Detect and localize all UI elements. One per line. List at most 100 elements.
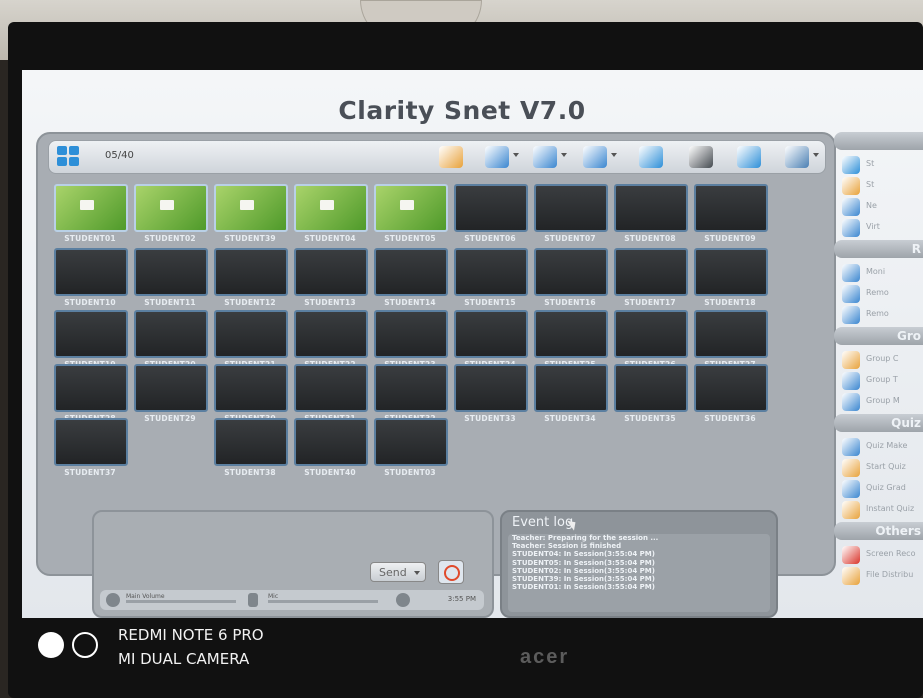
student-thumbnail[interactable] [294,364,368,412]
speaker-icon[interactable] [106,593,120,607]
student-thumbnail[interactable] [134,248,208,296]
student-thumbnail[interactable] [614,310,688,358]
sidebar: St St Ne Virt R Moni Remo Remo Gro Group C Group T… [834,132,923,612]
student-thumbnail[interactable] [454,248,528,296]
student-thumbnail[interactable] [374,248,448,296]
student-thumbnail[interactable] [214,184,288,232]
student-thumbnail[interactable] [54,310,128,358]
student-thumbnail[interactable] [454,364,528,412]
chevron-down-icon[interactable] [813,153,819,157]
student-thumbnail[interactable] [214,310,288,358]
student-thumbnail[interactable] [534,310,608,358]
sidebar-item[interactable]: Group C [834,349,923,371]
sidebar-item[interactable]: Remo [834,283,923,305]
student-thumbnail[interactable] [294,248,368,296]
student-thumbnail[interactable] [614,364,688,412]
sidebar-section-header[interactable]: Gro [834,327,923,345]
student-thumbnail[interactable] [454,310,528,358]
student-thumbnail[interactable] [214,418,288,466]
sidebar-item[interactable]: Quiz Grad [834,478,923,500]
student-thumbnail[interactable] [214,248,288,296]
stop-send-icon[interactable] [438,560,464,584]
student-thumbnail[interactable] [374,310,448,358]
sidebar-section-header[interactable]: R [834,240,923,258]
student-thumbnail[interactable] [294,184,368,232]
sidebar-item[interactable]: File Distribu [834,565,923,587]
student-thumbnail[interactable] [294,310,368,358]
toolbar: 05/40 [48,140,826,174]
layout-menu-icon[interactable] [785,146,809,168]
student-label: STUDENT12 [224,298,276,307]
sidebar-item[interactable]: St [834,175,923,197]
sidebar-item-label: Start Quiz [866,462,906,471]
sidebar-item[interactable]: Virt [834,217,923,239]
sidebar-item[interactable]: Group T [834,370,923,392]
student-thumbnail[interactable] [134,184,208,232]
student-thumbnail[interactable] [54,418,128,466]
student-thumbnail[interactable] [694,364,768,412]
attendance-icon[interactable] [639,146,663,168]
student-thumbnail[interactable] [534,248,608,296]
student-thumbnail[interactable] [694,184,768,232]
student-label: STUDENT02 [144,234,196,243]
student-thumbnail[interactable] [534,184,608,232]
student-thumbnail[interactable] [214,364,288,412]
sidebar-item[interactable]: Remo [834,304,923,326]
sidebar-item[interactable]: St [834,154,923,176]
sidebar-item-label: File Distribu [866,570,914,579]
sidebar-item-label: Group C [866,354,899,363]
mic-volume-slider[interactable] [268,600,378,603]
student-thumbnail[interactable] [54,184,128,232]
student-label: STUDENT06 [464,234,516,243]
sidebar-section-header[interactable] [834,132,923,150]
chevron-down-icon[interactable] [513,153,519,157]
student-thumbnail[interactable] [694,310,768,358]
monitor-blue-icon[interactable] [737,146,761,168]
sidebar-item[interactable]: Start Quiz [834,457,923,479]
web-block-icon[interactable] [583,146,607,168]
student-label: STUDENT03 [384,468,436,477]
file-send-icon[interactable] [533,146,557,168]
student-thumbnail[interactable] [694,248,768,296]
app-window: Clarity Snet V7.0 05/40 STUDENT01 STUDENT… [22,70,923,618]
sidebar-item[interactable]: Group M [834,391,923,413]
student-thumbnail[interactable] [134,364,208,412]
sidebar-item-label: Quiz Grad [866,483,906,492]
thumbnail-view-icon[interactable] [57,146,79,166]
network-icon [842,198,860,216]
student-thumbnail[interactable] [374,364,448,412]
sidebar-section-header[interactable]: Others [834,522,923,540]
online-count: 05/40 [105,150,134,161]
sidebar-item-label: Instant Quiz [866,504,915,513]
student-thumbnail[interactable] [374,418,448,466]
blank-screen-icon[interactable] [439,146,463,168]
sidebar-section-header[interactable]: Quiz [834,414,923,432]
chevron-down-icon[interactable] [561,153,567,157]
sidebar-item[interactable]: Quiz Make [834,436,923,458]
student-thumbnail[interactable] [534,364,608,412]
student-thumbnail[interactable] [454,184,528,232]
event-log-entry: STUDENT05: In Session(3:55:04 PM) [512,558,655,567]
student-thumbnail[interactable] [54,248,128,296]
student-thumbnail[interactable] [374,184,448,232]
monitor-dark-icon[interactable] [689,146,713,168]
student-thumbnail[interactable] [614,248,688,296]
sidebar-item[interactable]: Screen Reco [834,544,923,566]
student-label: STUDENT07 [544,234,596,243]
sidebar-item-label: St [866,180,875,189]
lock-icon[interactable] [485,146,509,168]
student-thumbnail[interactable] [294,418,368,466]
student-label: STUDENT11 [144,298,196,307]
student-thumbnail[interactable] [54,364,128,412]
student-thumbnail[interactable] [614,184,688,232]
sidebar-item[interactable]: Instant Quiz [834,499,923,521]
chevron-down-icon[interactable] [414,571,420,575]
student-label: STUDENT40 [304,468,356,477]
send-button[interactable]: Send [370,562,426,582]
main-volume-slider[interactable] [126,600,236,603]
sidebar-item[interactable]: Ne [834,196,923,218]
mic-icon[interactable] [248,593,258,607]
chevron-down-icon[interactable] [611,153,617,157]
sidebar-item[interactable]: Moni [834,262,923,284]
student-thumbnail[interactable] [134,310,208,358]
